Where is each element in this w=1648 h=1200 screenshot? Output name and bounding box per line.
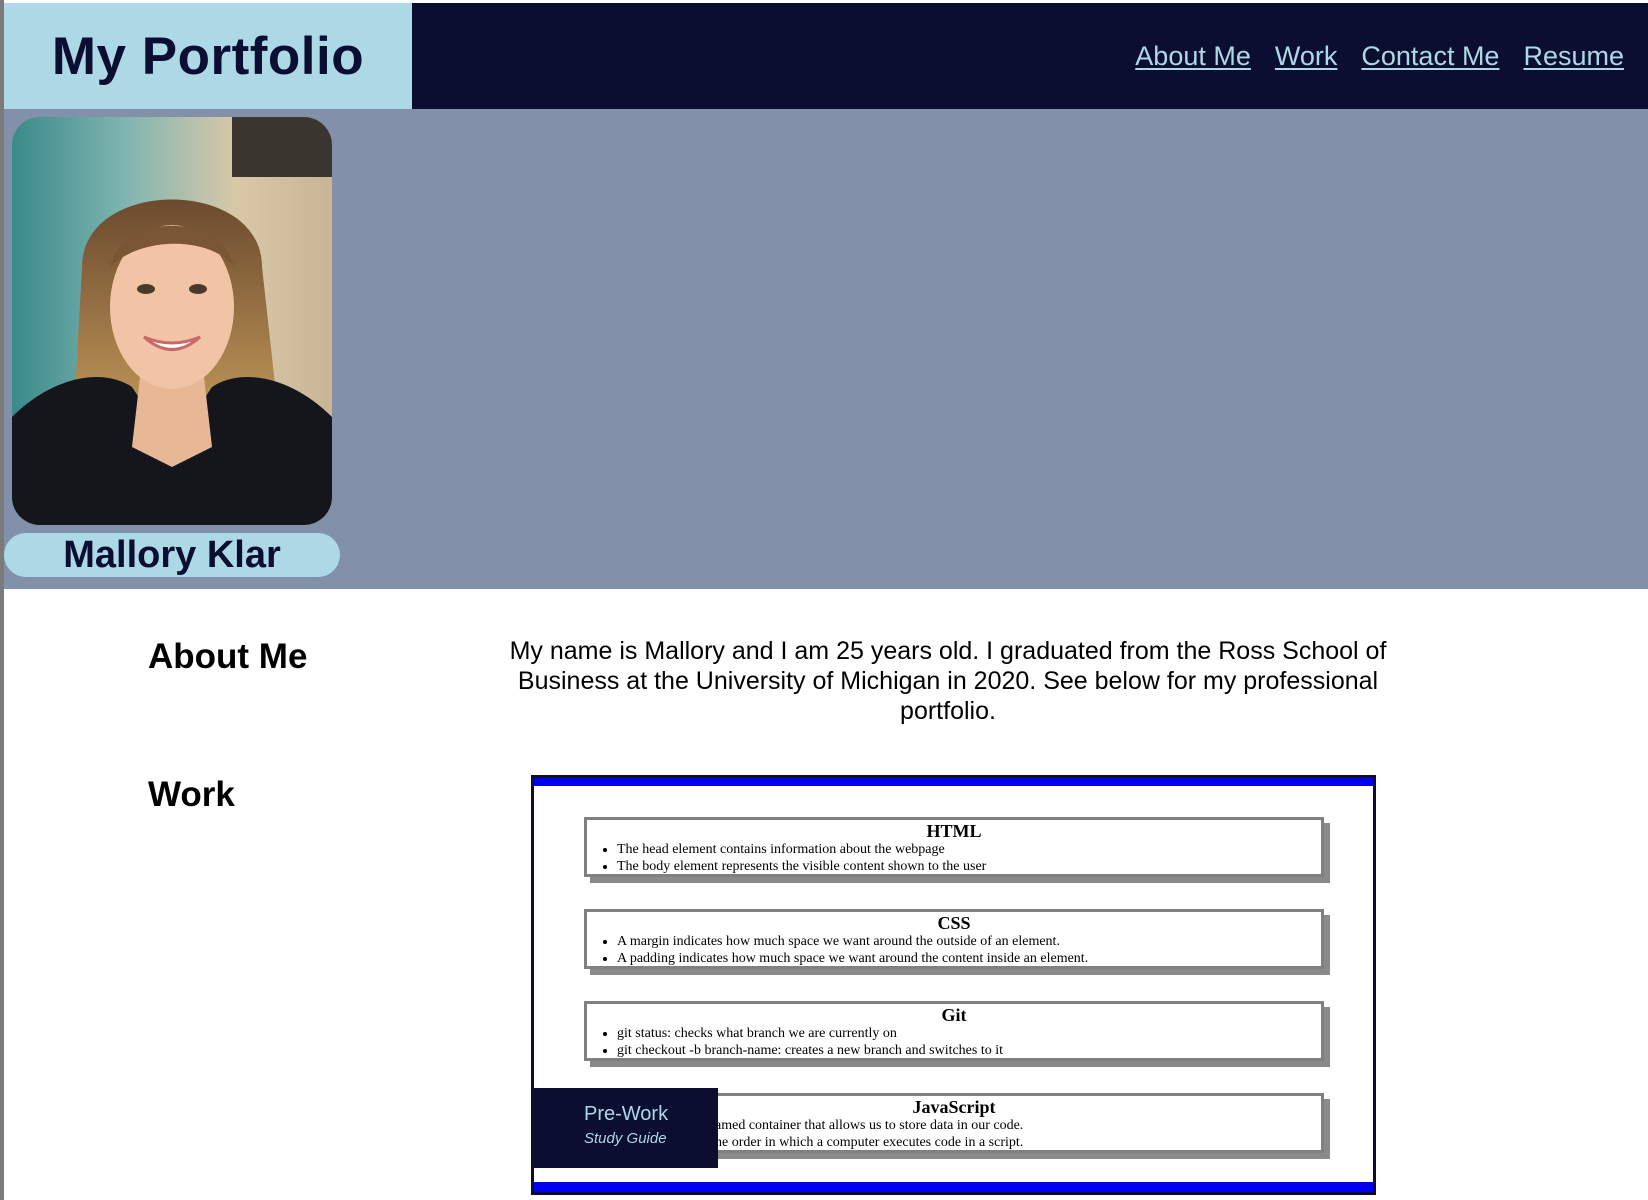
study-box-html: HTML The head element contains informati… bbox=[584, 817, 1324, 877]
brand-block: My Portfolio bbox=[4, 3, 412, 109]
site-title: My Portfolio bbox=[51, 26, 365, 86]
site-header: My Portfolio About Me Work Contact Me Re… bbox=[4, 3, 1648, 109]
nav-link-work[interactable]: Work bbox=[1275, 41, 1338, 72]
card-top-bar bbox=[534, 778, 1373, 786]
card-bottom-bar bbox=[534, 1182, 1373, 1192]
study-box-git: Git git status: checks what branch we ar… bbox=[584, 1001, 1324, 1061]
profile-name: Mallory Klar bbox=[63, 533, 281, 576]
box-item: git checkout -b branch-name: creates a n… bbox=[617, 1042, 1321, 1059]
nav-link-resume[interactable]: Resume bbox=[1523, 41, 1624, 72]
work-project-card[interactable]: HTML The head element contains informati… bbox=[531, 775, 1376, 1195]
box-item: A margin indicates how much space we wan… bbox=[617, 933, 1321, 950]
nav-link-about[interactable]: About Me bbox=[1135, 41, 1251, 72]
work-heading: Work bbox=[148, 775, 235, 814]
box-title: CSS bbox=[937, 913, 971, 933]
box-item: A padding indicates how much space we wa… bbox=[617, 950, 1321, 967]
name-badge: Mallory Klar bbox=[4, 533, 340, 577]
main-nav: About Me Work Contact Me Resume bbox=[1135, 3, 1624, 109]
nav-link-contact[interactable]: Contact Me bbox=[1361, 41, 1499, 72]
profile-photo bbox=[12, 117, 332, 525]
about-heading: About Me bbox=[148, 637, 308, 676]
box-item: The body element represents the visible … bbox=[617, 858, 1321, 875]
project-subtitle: Study Guide bbox=[584, 1130, 667, 1147]
hero-banner: Mallory Klar bbox=[4, 109, 1648, 589]
project-label[interactable]: Pre-Work Study Guide bbox=[534, 1088, 718, 1168]
box-title: Git bbox=[941, 1005, 967, 1025]
box-item: git status: checks what branch we are cu… bbox=[617, 1025, 1321, 1042]
about-text: My name is Mallory and I am 25 years old… bbox=[509, 637, 1387, 725]
study-box-css: CSS A margin indicates how much space we… bbox=[584, 909, 1324, 969]
box-item: he order in which a computer executes co… bbox=[715, 1135, 1024, 1150]
project-title: Pre-Work bbox=[584, 1103, 669, 1125]
box-title: HTML bbox=[926, 821, 982, 841]
box-item: The head element contains information ab… bbox=[617, 841, 1321, 858]
box-item: amed container that allows us to store d… bbox=[715, 1118, 1024, 1133]
